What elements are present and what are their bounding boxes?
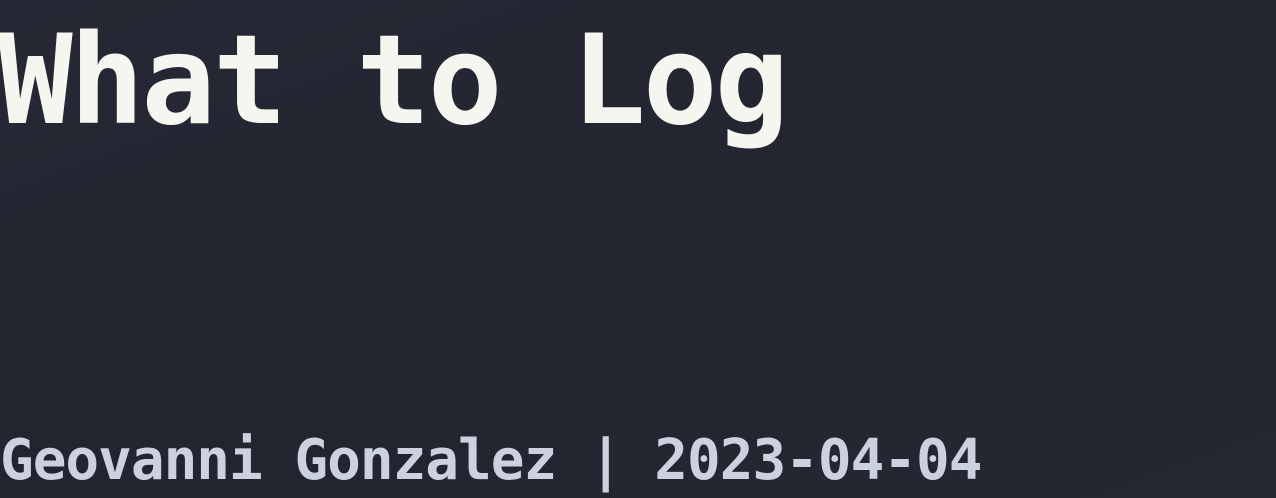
author-date-byline: Geovanni Gonzalez | 2023-04-04 — [0, 428, 982, 493]
page-title: What to Log — [0, 9, 789, 153]
title-slide: What to Log Geovanni Gonzalez | 2023-04-… — [0, 0, 1276, 498]
